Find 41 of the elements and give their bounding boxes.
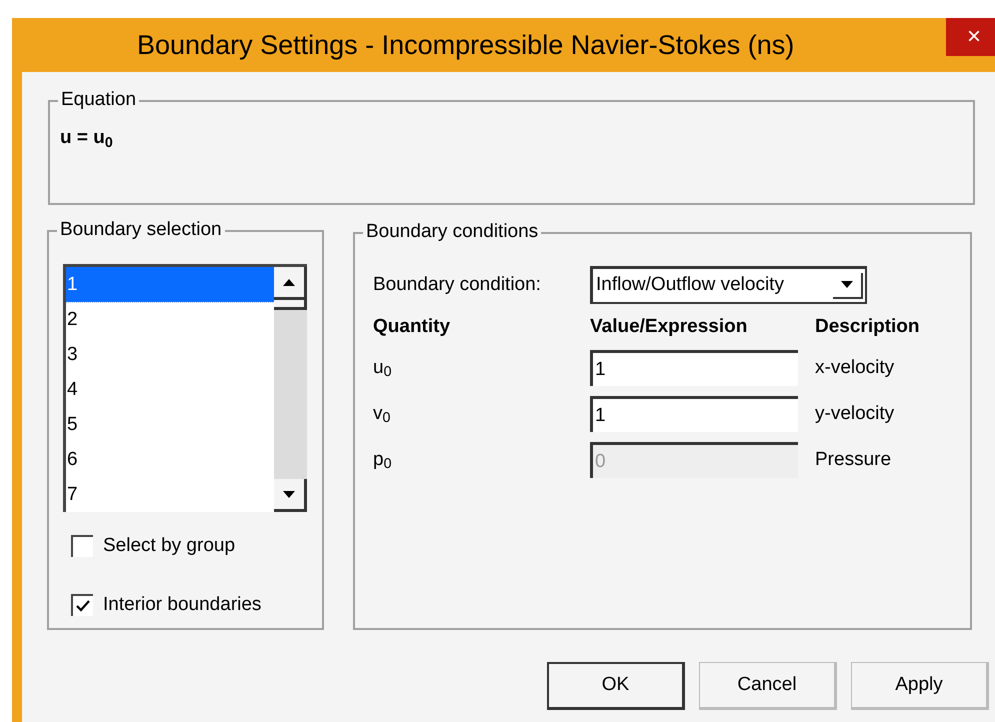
scroll-thumb[interactable] (274, 300, 307, 310)
list-item[interactable]: 1 (66, 267, 274, 302)
value-field[interactable]: 1 (590, 396, 798, 432)
check-icon (76, 600, 90, 612)
close-button[interactable]: × (946, 18, 995, 56)
checkbox[interactable] (71, 594, 93, 616)
list-item[interactable]: 5 (66, 407, 274, 442)
up-arrow-icon (283, 278, 295, 286)
scrollbar[interactable] (274, 267, 307, 512)
list-item[interactable]: 4 (66, 372, 274, 407)
field-label: Boundary condition: (373, 272, 542, 297)
quantity-label: v$_{0}$ (373, 402, 392, 428)
description-text: y-velocity (815, 402, 894, 426)
description-text: Pressure (815, 448, 892, 472)
dropdown-arrow-icon (833, 272, 863, 298)
column-header: Quantity (373, 314, 452, 339)
scroll-up-button[interactable] (274, 267, 307, 300)
condition-dropdown[interactable]: Inflow/Outflow velocity (590, 266, 867, 304)
checkbox-label: Select by group (103, 534, 236, 558)
column-header: Description (815, 314, 920, 339)
value-field[interactable]: 1 (590, 350, 798, 386)
window-title: Boundary Settings - Incompressible Navier-Stokes (ns) (137, 28, 794, 62)
scroll-down-button[interactable] (274, 479, 307, 512)
list-item[interactable]: 6 (66, 442, 274, 477)
column-header: Value/Expression (590, 314, 748, 339)
group-label: Equation (58, 88, 140, 112)
quantity-label: u$_{0}$ (373, 356, 393, 382)
quantity-label: p$_{0}$ (373, 448, 393, 474)
list-item[interactable]: 2 (66, 302, 274, 337)
group-label: Boundary selection (57, 218, 225, 242)
group-label: Boundary conditions (363, 220, 542, 244)
list-item[interactable]: 3 (66, 337, 274, 372)
checkbox[interactable] (71, 535, 93, 558)
equation-text: u = u$_{0}$ (60, 126, 114, 152)
dialog-button[interactable]: Cancel (699, 662, 837, 710)
checkbox-label: Interior boundaries (103, 592, 262, 616)
down-arrow-icon (283, 490, 295, 498)
list-item[interactable]: 7 (66, 477, 274, 512)
dialog-button[interactable]: OK (547, 662, 685, 710)
dialog-button[interactable]: Apply (851, 662, 989, 710)
description-text: x-velocity (815, 356, 894, 380)
